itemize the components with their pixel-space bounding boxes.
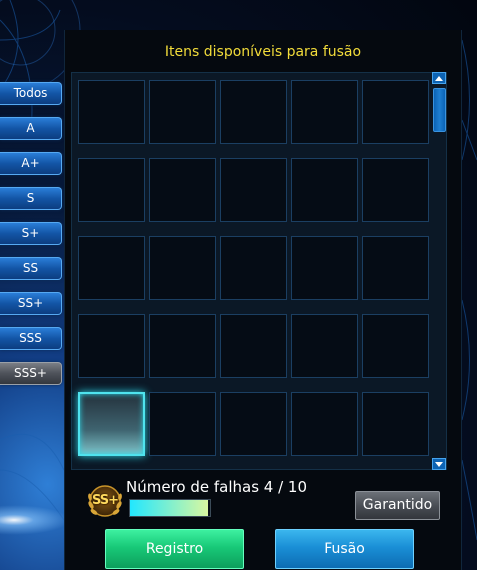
fusion-panel: Itens disponíveis para fusão SS+ Número … bbox=[64, 30, 462, 570]
scroll-up-button[interactable] bbox=[432, 72, 446, 84]
item-slot[interactable] bbox=[362, 392, 429, 456]
item-slot[interactable] bbox=[78, 158, 145, 222]
item-slot[interactable] bbox=[220, 392, 287, 456]
item-slot[interactable] bbox=[291, 392, 358, 456]
item-slot[interactable] bbox=[220, 314, 287, 378]
arrow-down-icon bbox=[435, 461, 443, 467]
filter-tab-sss-plus[interactable]: SSS+ bbox=[0, 362, 62, 385]
item-slot[interactable] bbox=[149, 314, 216, 378]
item-slot[interactable] bbox=[149, 392, 216, 456]
filter-tab-s-plus[interactable]: S+ bbox=[0, 222, 62, 245]
item-slot[interactable] bbox=[220, 236, 287, 300]
rank-badge-icon: SS+ bbox=[85, 481, 125, 521]
item-slot[interactable] bbox=[291, 236, 358, 300]
scroll-thumb[interactable] bbox=[433, 88, 446, 132]
filter-tab-a[interactable]: A bbox=[0, 117, 62, 140]
garantido-button[interactable]: Garantido bbox=[355, 491, 440, 520]
fail-progress-bar bbox=[129, 499, 211, 517]
item-slot[interactable] bbox=[149, 236, 216, 300]
panel-title: Itens disponíveis para fusão bbox=[164, 44, 362, 60]
item-slot[interactable] bbox=[149, 158, 216, 222]
item-slot[interactable] bbox=[78, 80, 145, 144]
item-slot[interactable] bbox=[291, 314, 358, 378]
item-grid-scrollbar[interactable] bbox=[432, 72, 447, 470]
filter-tab-todos[interactable]: Todos bbox=[0, 82, 62, 105]
item-slot[interactable] bbox=[362, 314, 429, 378]
registro-button[interactable]: Registro bbox=[105, 529, 244, 569]
filter-tab-s[interactable]: S bbox=[0, 187, 62, 210]
fail-progress-fill bbox=[130, 500, 209, 516]
item-slot-selected[interactable] bbox=[78, 392, 145, 456]
fail-count-label: Número de falhas 4 / 10 bbox=[126, 478, 308, 496]
item-slot[interactable] bbox=[220, 80, 287, 144]
rank-badge-text: SS+ bbox=[91, 493, 119, 508]
item-slot[interactable] bbox=[78, 236, 145, 300]
item-slot[interactable] bbox=[149, 80, 216, 144]
arrow-up-icon bbox=[435, 75, 443, 81]
light-flare bbox=[0, 505, 70, 535]
scroll-down-button[interactable] bbox=[432, 458, 446, 470]
item-slot[interactable] bbox=[291, 158, 358, 222]
item-slot[interactable] bbox=[362, 158, 429, 222]
item-slot[interactable] bbox=[362, 80, 429, 144]
filter-tab-ss[interactable]: SS bbox=[0, 257, 62, 280]
item-slot[interactable] bbox=[78, 314, 145, 378]
item-slot[interactable] bbox=[220, 158, 287, 222]
item-slot[interactable] bbox=[291, 80, 358, 144]
fail-counter: SS+ Número de falhas 4 / 10 Garantido bbox=[85, 475, 445, 525]
item-slot[interactable] bbox=[362, 236, 429, 300]
item-grid bbox=[71, 72, 447, 470]
filter-tab-sss[interactable]: SSS bbox=[0, 327, 62, 350]
filter-tab-a-plus[interactable]: A+ bbox=[0, 152, 62, 175]
filter-tab-ss-plus[interactable]: SS+ bbox=[0, 292, 62, 315]
fusao-button[interactable]: Fusão bbox=[275, 529, 414, 569]
